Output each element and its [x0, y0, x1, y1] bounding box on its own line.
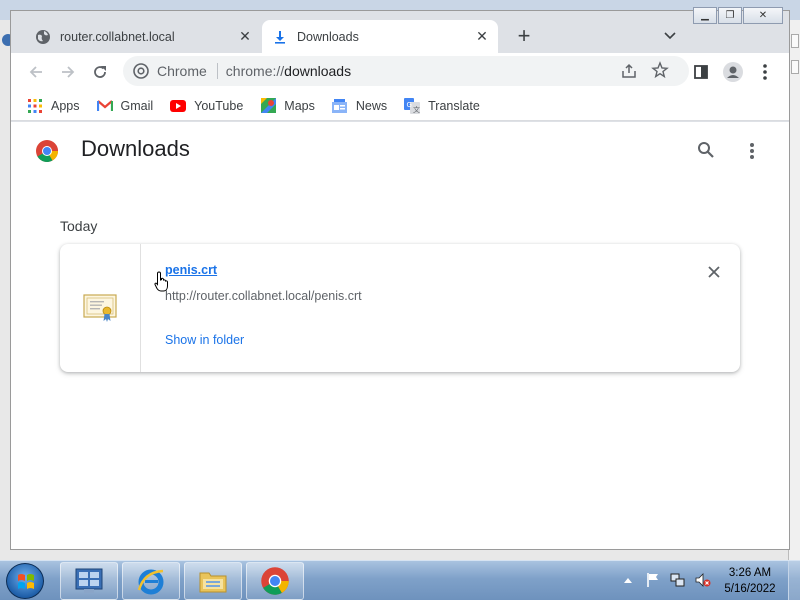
globe-icon [35, 29, 51, 45]
file-icon-column [60, 244, 141, 372]
share-icon[interactable] [620, 62, 638, 85]
bookmark-gmail[interactable]: Gmail [96, 98, 154, 114]
date-heading: Today [60, 218, 98, 234]
action-center-flag-icon[interactable] [645, 572, 661, 588]
bookmark-star-icon[interactable] [651, 61, 669, 84]
windows-taskbar: 3:26 AM 5/16/2022 [0, 560, 800, 600]
tab-strip: router.collabnet.local ✕ Downloads ✕ + ▁… [11, 7, 789, 53]
chrome-icon [261, 567, 289, 595]
close-tab-icon[interactable]: ✕ [472, 27, 492, 47]
chrome-logo-icon [36, 140, 58, 162]
tab-title: router.collabnet.local [60, 29, 175, 44]
reload-icon [94, 66, 106, 78]
show-hidden-icons-icon[interactable] [620, 572, 636, 588]
clock-date: 5/16/2022 [724, 583, 776, 595]
bookmark-news[interactable]: News [332, 98, 387, 114]
maps-icon [260, 98, 276, 114]
bookmark-apps[interactable]: Apps [27, 98, 80, 114]
translate-icon: G文 [404, 97, 421, 114]
close-tab-icon[interactable]: ✕ [235, 27, 255, 47]
taskbar-internet-explorer[interactable] [122, 562, 180, 600]
bookmark-youtube[interactable]: YouTube [170, 98, 243, 114]
address-bar[interactable]: Chrome chrome://downloads [123, 56, 689, 86]
side-panel-icon[interactable] [690, 61, 712, 83]
news-icon [332, 98, 348, 114]
taskbar-file-explorer[interactable] [184, 562, 242, 600]
window-controls: ▁ ❐ ✕ [692, 7, 783, 24]
chrome-window: router.collabnet.local ✕ Downloads ✕ + ▁… [10, 7, 790, 550]
volume-muted-icon[interactable] [695, 572, 711, 588]
taskbar-clock[interactable]: 3:26 AM 5/16/2022 [717, 565, 783, 597]
bookmark-label: News [355, 98, 388, 113]
bookmark-label: Translate [428, 98, 480, 113]
download-icon [272, 29, 288, 45]
download-filename-link[interactable]: penis.crt [165, 263, 217, 277]
windows-logo-icon [18, 574, 34, 589]
restore-button[interactable]: ❐ [718, 7, 742, 24]
tab-search-chevron-icon[interactable] [662, 27, 678, 43]
reload-button[interactable] [89, 61, 111, 83]
download-source-url[interactable]: http://router.collabnet.local/penis.crt [165, 289, 362, 303]
internet-explorer-icon [137, 569, 164, 595]
taskbar-server-manager[interactable] [60, 562, 118, 600]
svg-text:文: 文 [413, 105, 420, 114]
youtube-icon [170, 98, 187, 114]
back-button[interactable] [25, 61, 47, 83]
scroll-button [791, 34, 799, 48]
bookmarks-bar: Apps Gmail YouTube Maps News G 文 Transla… [11, 91, 789, 121]
gmail-icon [96, 98, 113, 114]
system-tray [620, 572, 720, 588]
forward-arrow-icon [62, 66, 75, 78]
tab-downloads[interactable]: Downloads ✕ [262, 20, 498, 53]
security-chip[interactable]: Chrome [157, 63, 218, 79]
clock-time: 3:26 AM [728, 567, 772, 579]
downloads-page: Downloads Today penis.crt http://router.… [11, 122, 789, 549]
certificate-icon [83, 294, 117, 322]
bookmark-translate[interactable]: G文 Translate [404, 97, 480, 114]
server-manager-icon [75, 568, 103, 593]
svg-text:G: G [407, 101, 412, 109]
tab-title: Downloads [297, 29, 359, 44]
url-host: downloads [284, 63, 352, 79]
search-icon[interactable] [697, 141, 715, 164]
bookmark-label: Gmail [120, 98, 154, 113]
file-explorer-icon [199, 572, 227, 593]
network-icon[interactable] [670, 572, 686, 588]
hand-cursor-icon [154, 271, 168, 292]
close-window-button[interactable]: ✕ [743, 7, 783, 24]
remove-download-icon[interactable] [704, 262, 724, 282]
bookmark-label: Maps [284, 98, 315, 113]
show-in-folder-link[interactable]: Show in folder [165, 333, 244, 347]
start-button[interactable] [6, 563, 44, 599]
back-arrow-icon [29, 66, 42, 78]
chrome-site-icon [133, 63, 149, 79]
downloads-header: Downloads [11, 122, 789, 180]
new-tab-button[interactable]: + [513, 25, 535, 48]
tab-router[interactable]: router.collabnet.local ✕ [25, 20, 261, 53]
page-title: Downloads [81, 136, 190, 161]
profile-avatar-icon[interactable] [722, 61, 744, 83]
bookmark-label: Apps [51, 98, 80, 113]
toolbar: Chrome chrome://downloads [11, 53, 789, 91]
apps-grid-icon [27, 98, 43, 114]
download-item: penis.crt http://router.collabnet.local/… [60, 244, 740, 372]
more-actions-icon[interactable] [744, 141, 760, 161]
minimize-button[interactable]: ▁ [693, 7, 717, 24]
taskbar-chrome[interactable] [246, 562, 304, 600]
bookmark-label: YouTube [194, 98, 244, 113]
chrome-menu-icon[interactable] [754, 61, 776, 83]
bookmark-maps[interactable]: Maps [260, 98, 315, 114]
url-scheme: chrome:// [225, 63, 285, 79]
scroll-button [791, 60, 799, 74]
show-desktop-button[interactable] [788, 561, 800, 600]
forward-button[interactable] [57, 61, 79, 83]
